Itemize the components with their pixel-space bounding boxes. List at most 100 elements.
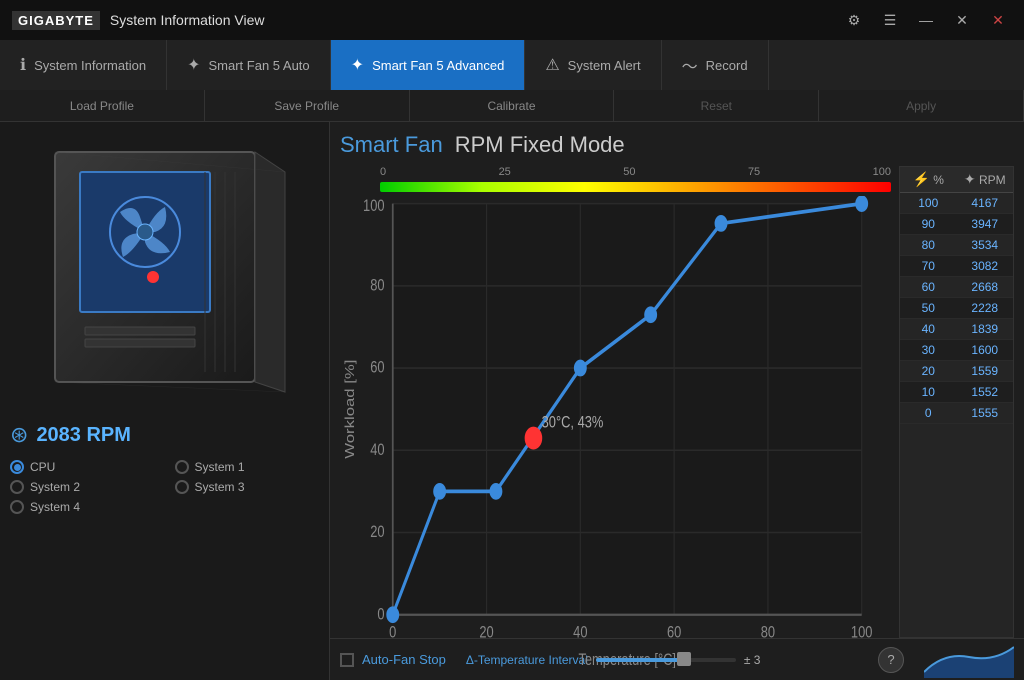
rpm-cell-pct: 40 <box>900 319 957 339</box>
fan-source-cpu[interactable]: CPU <box>10 460 155 474</box>
rpm-cell-pct: 0 <box>900 403 957 423</box>
rpm-cell-pct: 100 <box>900 193 957 213</box>
rpm-table-header: ⚡ % ✦ RPM <box>900 167 1013 193</box>
fan-rpm-display: 2083 RPM <box>36 424 131 447</box>
mode-title: RPM Fixed Mode <box>455 132 625 158</box>
chart-container: 0 25 50 75 100 <box>340 166 1014 638</box>
rpm-col-percent-header: ⚡ % <box>900 167 957 192</box>
fan-chart[interactable]: 0 20 40 60 80 100 0 20 40 60 80 100 <box>340 196 891 668</box>
rpm-cell-pct: 60 <box>900 277 957 297</box>
rpm-table: ⚡ % ✦ RPM 100416790394780353470308260266… <box>899 166 1014 638</box>
rpm-cell-rpm: 1839 <box>957 319 1014 339</box>
app-title: System Information View <box>110 12 265 28</box>
right-panel: Smart Fan RPM Fixed Mode 0 25 50 75 100 <box>330 122 1024 680</box>
rpm-cell-rpm: 3082 <box>957 256 1014 276</box>
rpm-cell-pct: 30 <box>900 340 957 360</box>
rpm-cell-rpm: 1552 <box>957 382 1014 402</box>
fan-auto-icon: ✦ <box>187 55 200 75</box>
apply-button[interactable]: Apply <box>819 90 1024 121</box>
fan-advanced-icon: ✦ <box>351 55 364 75</box>
wave-display <box>924 642 1014 678</box>
fan-info: ⊛ 2083 RPM <box>10 422 319 448</box>
fan-source-system1[interactable]: System 1 <box>175 460 320 474</box>
rpm-cell-pct: 10 <box>900 382 957 402</box>
slider-thumb[interactable] <box>677 652 691 666</box>
svg-text:60: 60 <box>667 623 681 642</box>
rpm-row-1: 903947 <box>900 214 1013 235</box>
color-bar <box>380 182 891 192</box>
rpm-cell-pct: 20 <box>900 361 957 381</box>
rpm-cell-rpm: 1559 <box>957 361 1014 381</box>
title-left: GIGABYTE System Information View <box>12 11 265 30</box>
rpm-row-4: 602668 <box>900 277 1013 298</box>
rpm-cell-rpm: 1600 <box>957 340 1014 360</box>
svg-text:0: 0 <box>389 623 396 642</box>
rpm-row-0: 1004167 <box>900 193 1013 214</box>
color-bar-labels: 0 25 50 75 100 <box>340 166 891 178</box>
system3-label: System 3 <box>195 480 245 494</box>
slider-fill <box>596 658 680 662</box>
gigabyte-logo: GIGABYTE <box>12 11 100 30</box>
svg-text:40: 40 <box>573 623 587 642</box>
chart-area: Smart Fan RPM Fixed Mode 0 25 50 75 100 <box>330 122 1024 638</box>
fan-selections: CPU System 1 System 2 System 3 System 4 <box>10 460 319 514</box>
tab-record-label: Record <box>706 58 748 73</box>
cpu-label: CPU <box>30 460 55 474</box>
temp-interval-slider[interactable] <box>596 658 736 662</box>
svg-text:0: 0 <box>377 605 384 624</box>
svg-text:40: 40 <box>370 440 384 459</box>
rpm-row-3: 703082 <box>900 256 1013 277</box>
rpm-cell-pct: 70 <box>900 256 957 276</box>
rpm-cell-rpm: 1555 <box>957 403 1014 423</box>
fan-source-system4[interactable]: System 4 <box>10 500 155 514</box>
load-profile-button[interactable]: Load Profile <box>0 90 205 121</box>
svg-text:30°C, 43%: 30°C, 43% <box>542 413 604 432</box>
reset-button[interactable]: Reset <box>614 90 819 121</box>
list-button[interactable]: ☰ <box>876 6 904 34</box>
rpm-cell-rpm: 2228 <box>957 298 1014 318</box>
smart-fan-title: Smart Fan <box>340 132 443 158</box>
system4-label: System 4 <box>30 500 80 514</box>
tab-system-information-label: System Information <box>34 58 146 73</box>
left-panel: ⊛ 2083 RPM CPU System 1 System 2 System … <box>0 122 330 680</box>
close-button[interactable]: ✕ <box>984 6 1012 34</box>
rpm-row-9: 101552 <box>900 382 1013 403</box>
minimize-button[interactable]: — <box>912 6 940 34</box>
color-bar-row <box>340 182 891 192</box>
rpm-cell-pct: 50 <box>900 298 957 318</box>
tab-system-information[interactable]: ℹ System Information <box>0 40 167 90</box>
main-content: ⊛ 2083 RPM CPU System 1 System 2 System … <box>0 122 1024 680</box>
nav-bar: ℹ System Information ✦ Smart Fan 5 Auto … <box>0 40 1024 90</box>
system1-label: System 1 <box>195 460 245 474</box>
fan-source-system3[interactable]: System 3 <box>175 480 320 494</box>
fan-table-icon: ✦ <box>964 171 976 187</box>
rpm-cell-rpm: 2668 <box>957 277 1014 297</box>
rpm-cell-pct: 80 <box>900 235 957 255</box>
pc-illustration <box>25 132 305 412</box>
rpm-rows: 1004167903947803534703082602668502228401… <box>900 193 1013 424</box>
record-icon: 〜 <box>682 53 698 77</box>
save-profile-button[interactable]: Save Profile <box>205 90 410 121</box>
rpm-cell-rpm: 3947 <box>957 214 1014 234</box>
title-controls: ⚙ ☰ — ✕ ✕ <box>840 6 1012 34</box>
rpm-row-10: 01555 <box>900 403 1013 424</box>
rpm-cell-rpm: 3534 <box>957 235 1014 255</box>
svg-text:20: 20 <box>370 522 384 541</box>
svg-text:Workload [%]: Workload [%] <box>343 360 358 459</box>
svg-text:80: 80 <box>370 276 384 295</box>
rpm-cell-pct: 90 <box>900 214 957 234</box>
maximize-button[interactable]: ✕ <box>948 6 976 34</box>
tab-smart-fan-auto[interactable]: ✦ Smart Fan 5 Auto <box>167 40 331 90</box>
tab-smart-fan-auto-label: Smart Fan 5 Auto <box>208 58 309 73</box>
system2-label: System 2 <box>30 480 80 494</box>
fan-source-system2[interactable]: System 2 <box>10 480 155 494</box>
svg-text:100: 100 <box>363 197 385 216</box>
tab-system-alert[interactable]: ⚠ System Alert <box>525 40 661 90</box>
tab-record[interactable]: 〜 Record <box>662 40 769 90</box>
alert-icon: ⚠ <box>545 55 559 75</box>
calibrate-button[interactable]: Calibrate <box>410 90 615 121</box>
settings-button[interactable]: ⚙ <box>840 6 868 34</box>
tab-smart-fan-advanced[interactable]: ✦ Smart Fan 5 Advanced <box>331 40 526 90</box>
rpm-row-8: 201559 <box>900 361 1013 382</box>
info-icon: ℹ <box>20 55 26 75</box>
